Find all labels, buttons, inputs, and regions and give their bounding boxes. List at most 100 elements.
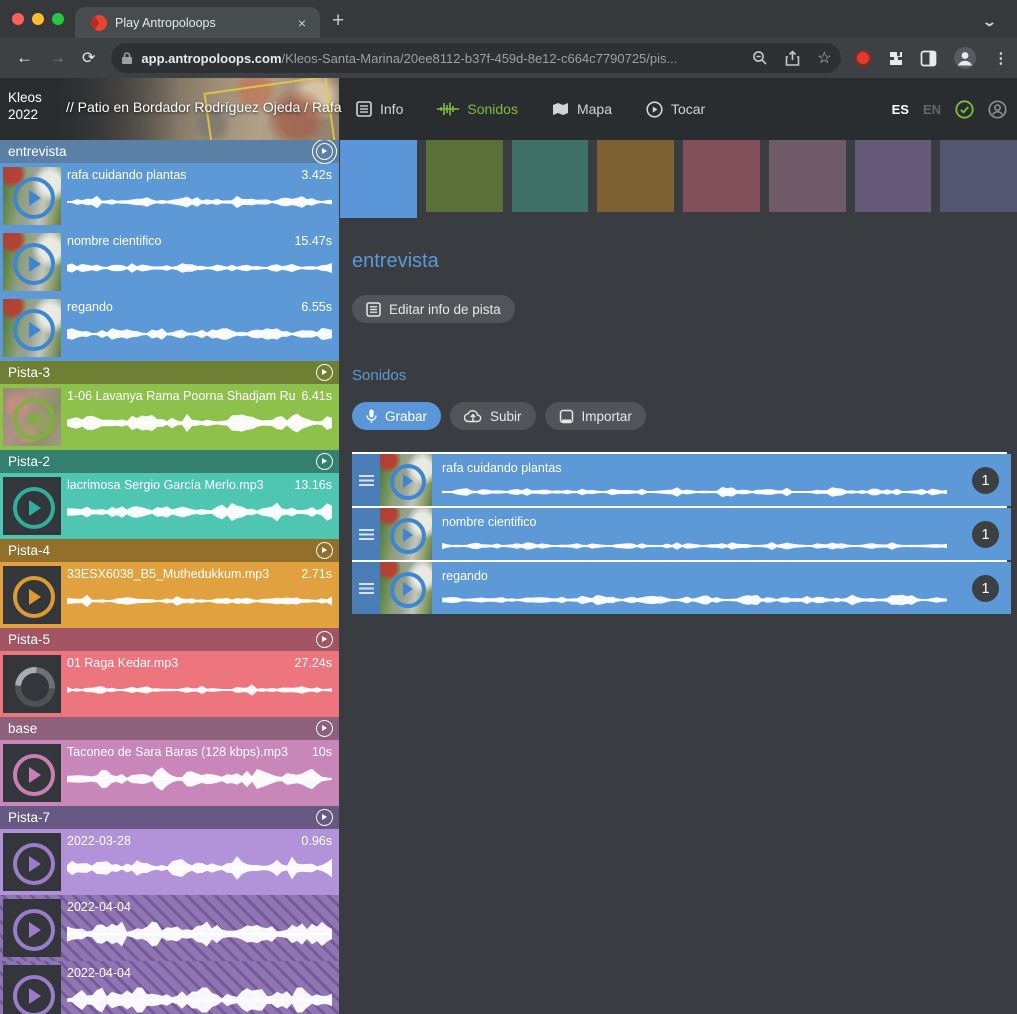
close-window-button[interactable] (12, 13, 24, 25)
track-header[interactable]: Pista-5 (0, 628, 339, 651)
sidebar-sound[interactable]: 2022-03-280.96s (0, 829, 339, 895)
import-button[interactable]: Importar (545, 402, 646, 430)
tab-close-icon[interactable]: × (294, 13, 310, 33)
sound-waveform[interactable] (442, 535, 947, 557)
record-button[interactable]: Grabar (352, 402, 441, 430)
sidebar-sound-processing[interactable]: 2022-04-04 (0, 895, 339, 961)
profile-avatar-icon[interactable] (953, 46, 977, 70)
tab-tocar[interactable]: Tocar (646, 101, 705, 118)
sound-waveform[interactable] (442, 481, 947, 503)
sound-thumbnail[interactable] (3, 477, 61, 535)
track-play-button[interactable] (316, 720, 333, 737)
sound-row[interactable]: rafa cuidando plantas 1 (352, 454, 1005, 506)
reload-button[interactable]: ⟳ (82, 48, 95, 68)
swatch-pista-5[interactable] (683, 140, 760, 212)
swatch-track-8[interactable] (940, 140, 1017, 212)
drag-handle[interactable] (352, 562, 380, 614)
track-header[interactable]: Pista-3 (0, 361, 339, 384)
track-header[interactable]: entrevista (0, 140, 339, 163)
sidebar-sound[interactable]: regando6.55s (0, 295, 339, 361)
sidebar-sound[interactable]: 01 Raga Kedar.mp327.24s (0, 651, 339, 717)
swatch-pista-3[interactable] (426, 140, 503, 212)
track-play-button[interactable] (316, 809, 333, 826)
upload-button[interactable]: Subir (450, 402, 536, 430)
track-header[interactable]: Pista-4 (0, 539, 339, 562)
lang-es-button[interactable]: ES (892, 102, 909, 117)
sound-row[interactable]: nombre cientifico 1 (352, 508, 1005, 560)
sound-thumbnail[interactable] (3, 744, 61, 802)
track-header[interactable]: base (0, 717, 339, 740)
sidebar-sound-processing[interactable]: 2022-04-04 (0, 961, 339, 1014)
sound-waveform[interactable] (67, 321, 332, 347)
sound-waveform[interactable] (67, 189, 332, 215)
sound-waveform[interactable] (67, 410, 332, 436)
sound-thumbnail[interactable] (3, 899, 61, 957)
sound-thumbnail[interactable] (3, 388, 61, 446)
sound-thumbnail[interactable] (3, 167, 61, 225)
tab-info[interactable]: Info (356, 101, 403, 117)
track-play-button[interactable] (316, 542, 333, 559)
sound-waveform[interactable] (67, 855, 332, 881)
sidebar-sound[interactable]: Taconeo de Sara Baras (128 kbps).mp310s (0, 740, 339, 806)
bookmark-star-icon[interactable]: ☆ (817, 48, 831, 68)
sound-thumbnail[interactable] (3, 566, 61, 624)
track-header[interactable]: Pista-2 (0, 450, 339, 473)
sidebar-sound[interactable]: lacrimosa Sergio García Merlo.mp313.16s (0, 473, 339, 539)
track-play-button[interactable] (316, 143, 333, 160)
browser-menu-icon[interactable]: ⋮ (993, 49, 1008, 67)
lang-en-button[interactable]: EN (923, 102, 941, 117)
zoom-page-icon[interactable] (752, 50, 768, 66)
sound-thumbnail[interactable] (3, 833, 61, 891)
minimize-window-button[interactable] (32, 13, 44, 25)
share-icon[interactable] (785, 50, 800, 67)
sound-waveform[interactable] (67, 588, 332, 614)
sidebar-sound[interactable]: 33ESX6038_B5_Muthedukkum.mp32.71s (0, 562, 339, 628)
sound-thumbnail[interactable] (380, 454, 432, 506)
edit-track-info-button[interactable]: Editar info de pista (352, 295, 515, 323)
drag-handle[interactable] (352, 508, 380, 560)
swatch-base[interactable] (769, 140, 846, 212)
sound-title: regando (442, 569, 488, 583)
window-controls[interactable] (12, 13, 64, 25)
sound-thumbnail[interactable] (380, 562, 432, 614)
sound-waveform[interactable] (67, 499, 332, 525)
swatch-entrevista[interactable] (340, 140, 417, 218)
track-play-button[interactable] (316, 364, 333, 381)
sound-thumbnail[interactable] (3, 233, 61, 291)
sidebar-sound[interactable]: rafa cuidando plantas3.42s (0, 163, 339, 229)
sound-waveform[interactable] (442, 589, 947, 611)
sound-waveform[interactable] (67, 921, 332, 947)
swatch-pista-4[interactable] (597, 140, 674, 212)
track-play-button[interactable] (316, 453, 333, 470)
track-play-button[interactable] (316, 631, 333, 648)
sound-thumbnail[interactable] (3, 965, 61, 1014)
tab-mapa[interactable]: Mapa (552, 101, 612, 117)
sound-row[interactable]: regando 1 (352, 562, 1005, 614)
swatch-pista-7[interactable] (855, 140, 932, 212)
sound-thumbnail[interactable] (380, 508, 432, 560)
sound-waveform[interactable] (67, 677, 332, 703)
new-tab-button[interactable]: + (332, 9, 344, 33)
sidebar-sound[interactable]: nombre cientifico15.47s (0, 229, 339, 295)
sound-waveform[interactable] (67, 255, 332, 281)
side-panel-icon[interactable] (920, 50, 937, 67)
tab-search-chevron-icon[interactable]: ⌄ (982, 14, 997, 30)
drag-handle[interactable] (352, 454, 380, 506)
sound-waveform[interactable] (67, 766, 332, 792)
brand[interactable]: Kleos 2022 (8, 89, 42, 123)
address-bar[interactable]: app.antropoloops.com/Kleos-Santa-Marina/… (111, 43, 841, 73)
sidebar-sound[interactable]: 1-06 Lavanya Rama Poorna Shadjam Rupak..… (0, 384, 339, 450)
recording-extension-icon[interactable] (855, 50, 871, 66)
tab-sonidos[interactable]: Sonidos (437, 101, 518, 117)
sound-thumbnail[interactable] (3, 655, 61, 713)
sound-waveform[interactable] (67, 987, 332, 1013)
swatch-pista-2[interactable] (512, 140, 589, 212)
extensions-puzzle-icon[interactable] (887, 50, 904, 67)
browser-tab[interactable]: Play Antropoloops × (75, 7, 320, 38)
back-button[interactable]: ← (16, 48, 33, 68)
forward-button[interactable]: → (49, 48, 66, 68)
sound-thumbnail[interactable] (3, 299, 61, 357)
track-header[interactable]: Pista-7 (0, 806, 339, 829)
account-icon[interactable] (988, 100, 1007, 119)
zoom-window-button[interactable] (52, 13, 64, 25)
